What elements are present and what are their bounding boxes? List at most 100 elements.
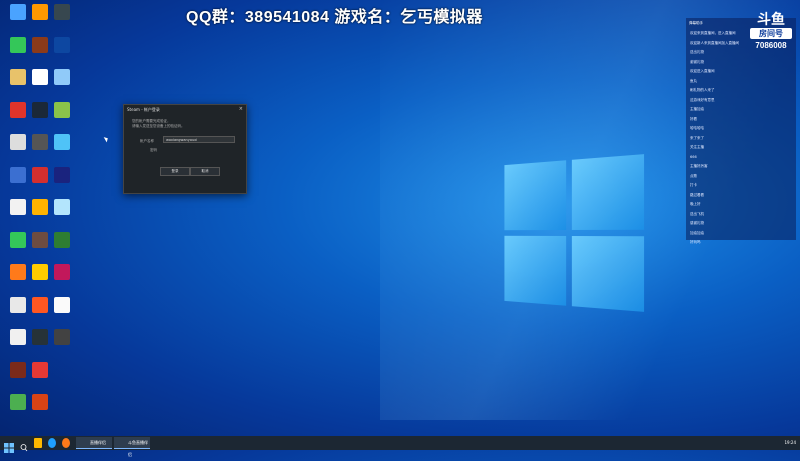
app-icon	[10, 166, 26, 183]
close-icon[interactable]: ×	[239, 106, 243, 112]
mouse-cursor-icon	[103, 135, 110, 143]
stream-overlay-text: QQ群：389541084 游戏名：乞丐模拟器	[186, 9, 483, 26]
app-icon	[32, 361, 48, 378]
password-label: 密码	[150, 148, 157, 152]
file-explorer-icon[interactable]	[34, 438, 42, 448]
danmaku-line: 晚上好	[690, 202, 701, 206]
danmaku-line: 感谢礼物	[690, 221, 704, 225]
app-icon	[10, 69, 26, 85]
account-input[interactable]: woxiangwanyouxi	[163, 136, 235, 143]
desktop: { "overlay": {"text": "QQ群：389541084 游戏名…	[0, 0, 800, 457]
search-icon[interactable]	[20, 438, 28, 452]
danmaku-line: 哈哈哈哈	[690, 126, 704, 130]
desktop-icon[interactable]	[48, 231, 76, 262]
dialog-line-2: 请输入发送至您设备上的验证码。	[132, 123, 185, 128]
desktop-icon[interactable]	[26, 361, 54, 392]
windows-logo-wallpaper	[504, 154, 645, 312]
danmaku-line: 送出飞机	[690, 211, 704, 216]
logo-sub: 房间号	[750, 28, 792, 39]
taskbar-app[interactable]	[190, 437, 226, 449]
desktop-icon[interactable]	[48, 329, 76, 359]
desktop-icon[interactable]	[48, 134, 76, 164]
app-icon	[32, 264, 48, 280]
danmaku-line: 这游戏好有意思	[690, 97, 715, 102]
desktop-icon[interactable]	[48, 199, 76, 229]
app-icon	[10, 296, 26, 313]
app-icon	[32, 101, 48, 118]
start-windows-icon[interactable]	[4, 438, 14, 453]
taskbar: 直播伴侣 斗鱼直播伴侣 19:24	[0, 436, 800, 457]
danmaku-line: 打卡	[690, 183, 697, 187]
danmaku-line: 好玩吗	[690, 240, 701, 244]
desktop-icon[interactable]	[48, 36, 76, 67]
room-number: 7086008	[755, 41, 787, 50]
dialog-title: Steam - 帐户登录	[127, 107, 160, 112]
desktop-icon[interactable]	[48, 264, 76, 294]
app-icon	[54, 231, 70, 248]
app-icon	[10, 394, 26, 410]
danmaku-line: 主播好厉害	[690, 164, 708, 168]
app-icon	[32, 4, 48, 20]
app-icon	[32, 199, 48, 215]
app-icon	[54, 329, 70, 345]
app-icon	[10, 101, 26, 118]
account-label: 帐户名称	[140, 139, 154, 143]
app-icon	[54, 199, 70, 215]
desktop-icon[interactable]	[48, 166, 76, 197]
app-icon	[54, 69, 70, 85]
edge-icon[interactable]	[48, 438, 56, 448]
app-icon	[54, 296, 70, 313]
app-icon[interactable]	[62, 438, 70, 448]
douyu-logo: 斗鱼 房间号 7086008	[744, 12, 798, 58]
app-icon	[32, 394, 48, 410]
app-icon	[10, 231, 26, 248]
app-icon	[54, 264, 70, 280]
system-tray: 19:24	[784, 436, 796, 450]
app-icon	[32, 134, 48, 150]
app-icon	[32, 69, 48, 85]
app-icon	[32, 231, 48, 248]
danmaku-line: 来了来了	[690, 135, 704, 140]
danmaku-line: 刷礼物的人来了	[690, 88, 715, 92]
desktop-icon[interactable]	[48, 69, 76, 99]
app-icon	[54, 36, 70, 53]
app-icon	[10, 361, 26, 378]
desktop-icon[interactable]	[48, 4, 76, 34]
taskbar-app[interactable]	[228, 437, 264, 449]
danmaku-line: 主播加油	[690, 107, 704, 111]
taskbar-app[interactable]	[152, 437, 188, 449]
app-icon	[32, 166, 48, 183]
app-icon	[54, 101, 70, 118]
app-icon	[32, 296, 48, 313]
app-icon	[54, 4, 70, 20]
tray-time[interactable]: 19:24	[784, 440, 796, 445]
desktop-icon[interactable]	[48, 296, 76, 327]
danmaku-line: 关注主播	[690, 145, 704, 149]
danmaku-line: 好看	[690, 116, 697, 121]
app-icon	[54, 134, 70, 150]
app-icon	[10, 134, 26, 150]
login-dialog: Steam - 帐户登录 × 您的帐户需要完成验证， 请输入发送至您设备上的验证…	[123, 104, 247, 194]
login-button[interactable]: 登录	[160, 167, 190, 176]
danmaku-line: 欢迎进入直播间	[690, 69, 715, 73]
danmaku-line: 点歌	[690, 173, 697, 178]
desktop-icon[interactable]	[26, 394, 54, 424]
app-icon	[32, 329, 48, 345]
app-icon	[10, 36, 26, 53]
danmaku-line: 666	[690, 154, 697, 159]
taskbar-app[interactable]: 直播伴侣	[76, 437, 112, 449]
danmaku-line: 加油加油	[690, 230, 704, 235]
app-icon	[54, 166, 70, 183]
desktop-icon[interactable]	[48, 101, 76, 132]
app-icon	[10, 199, 26, 215]
app-icon	[10, 264, 26, 280]
cancel-button[interactable]: 取消	[190, 167, 220, 176]
app-icon	[32, 36, 48, 53]
app-icon	[10, 4, 26, 20]
danmaku-line: 谢谢礼物	[690, 59, 704, 64]
app-icon	[10, 329, 26, 345]
danmaku-line: 路过看看	[690, 192, 704, 197]
logo-main: 斗鱼	[757, 12, 785, 28]
danmaku-line: 鱼丸	[690, 78, 697, 83]
taskbar-app[interactable]: 斗鱼直播伴侣	[114, 437, 150, 457]
